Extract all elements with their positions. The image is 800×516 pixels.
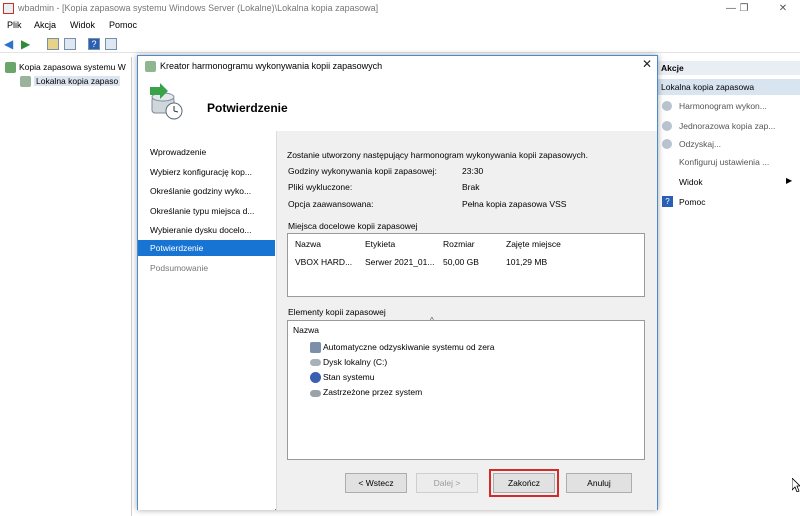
backup-root-icon xyxy=(5,62,16,73)
schedule-time-value: 23:30 xyxy=(462,166,484,176)
step-time[interactable]: Określanie godziny wyko... xyxy=(150,186,251,196)
col-used[interactable]: Zajęte miejsce xyxy=(506,239,561,249)
tree-local-backup-item[interactable]: Lokalna kopia zapaso xyxy=(34,76,121,86)
col-label[interactable]: Etykieta xyxy=(365,239,395,249)
window-title: wbadmin - [Kopia zapasowa systemu Window… xyxy=(18,3,379,13)
window-close-button[interactable]: ✕ xyxy=(760,0,800,18)
local-backup-icon xyxy=(20,76,31,87)
col-size[interactable]: Rozmiar xyxy=(443,239,475,249)
menu-widok[interactable]: Widok xyxy=(70,20,95,30)
item-system-state: Stan systemu xyxy=(323,372,375,382)
action-help[interactable]: Pomoc xyxy=(679,197,705,207)
next-button[interactable]: Dalej > xyxy=(416,473,478,493)
excluded-files-label: Pliki wykluczone: xyxy=(288,182,353,192)
back-button[interactable]: < Wstecz xyxy=(345,473,407,493)
dest-row-size: 50,00 GB xyxy=(443,257,479,267)
actions-selected-node[interactable]: Lokalna kopia zapasowa xyxy=(657,79,800,95)
item-bare-metal: Automatyczne odzyskiwanie systemu od zer… xyxy=(323,342,495,352)
action-view[interactable]: Widok xyxy=(679,177,703,187)
back-arrow-icon[interactable]: ◀ xyxy=(4,37,13,51)
cancel-button[interactable]: Anuluj xyxy=(566,473,632,493)
forward-arrow-icon[interactable]: ▶ xyxy=(21,37,30,51)
wizard-small-icon xyxy=(145,61,156,72)
dialog-title: Kreator harmonogramu wykonywania kopii z… xyxy=(160,61,383,71)
sort-indicator-icon: ^ xyxy=(430,316,434,325)
page-title: Potwierdzenie xyxy=(207,101,288,115)
items-col-name[interactable]: Nazwa xyxy=(293,325,319,335)
action-backup-once[interactable]: Jednorazowa kopia zap... xyxy=(679,121,775,131)
step-intro[interactable]: Wprowadzenie xyxy=(150,147,206,157)
action-schedule[interactable]: Harmonogram wykon... xyxy=(679,101,767,111)
step-destination-disk[interactable]: Wybieranie dysku docelo... xyxy=(150,225,252,235)
col-name[interactable]: Nazwa xyxy=(295,239,321,249)
step-destination-type[interactable]: Określanie typu miejsca d... xyxy=(150,206,254,216)
backup-wizard-icon xyxy=(150,83,183,120)
menu-plik[interactable]: Plik xyxy=(7,20,22,30)
toolbar xyxy=(0,35,800,53)
mouse-cursor-icon xyxy=(792,478,800,492)
help-icon[interactable]: ? xyxy=(88,38,100,50)
action-configure[interactable]: Konfiguruj ustawienia ... xyxy=(679,157,769,167)
recover-icon xyxy=(662,139,672,149)
dest-row-label: Serwer 2021_01... xyxy=(365,257,435,267)
action-help-icon: ? xyxy=(662,196,673,207)
disk-icon xyxy=(310,359,321,366)
menu-pomoc[interactable]: Pomoc xyxy=(109,20,137,30)
destinations-group-label: Miejsca docelowe kopii zapasowej xyxy=(288,221,418,231)
schedule-icon xyxy=(662,101,672,111)
dest-row-name: VBOX HARD... xyxy=(295,257,353,267)
advanced-option-label: Opcja zaawansowana: xyxy=(288,199,374,209)
actions-header: Akcje xyxy=(657,61,800,75)
step-config[interactable]: Wybierz konfigurację kop... xyxy=(150,167,252,177)
item-system-reserved: Zastrzeżone przez system xyxy=(323,387,423,397)
tree-root-item[interactable]: Kopia zapasowa systemu W xyxy=(19,62,126,72)
finish-button[interactable]: Zakończ xyxy=(489,469,559,497)
dest-row-used: 101,29 MB xyxy=(506,257,548,267)
console-tree xyxy=(0,57,132,516)
show-hide-tree-icon[interactable] xyxy=(64,38,76,50)
system-state-icon xyxy=(310,372,321,383)
action-recover[interactable]: Odzyskaj... xyxy=(679,139,721,149)
action-pane-icon[interactable] xyxy=(105,38,117,50)
menu-akcja[interactable]: Akcja xyxy=(34,20,56,30)
wbadmin-app-icon xyxy=(3,3,14,14)
step-summary: Podsumowanie xyxy=(150,263,209,273)
schedule-time-label: Godziny wykonywania kopii zapasowej: xyxy=(288,166,437,176)
backup-once-icon xyxy=(662,121,672,131)
advanced-option-value: Pełna kopia zapasowa VSS xyxy=(462,199,567,209)
submenu-arrow-icon: ▶ xyxy=(786,176,793,185)
intro-text: Zostanie utworzony następujący harmonogr… xyxy=(287,150,588,160)
reserved-disk-icon xyxy=(310,390,321,397)
excluded-files-value: Brak xyxy=(462,182,480,192)
item-local-disk: Dysk lokalny (C:) xyxy=(323,357,388,367)
up-folder-icon[interactable] xyxy=(47,38,59,50)
step-confirmation[interactable]: Potwierdzenie xyxy=(150,243,203,253)
items-group-label: Elementy kopii zapasowej xyxy=(288,307,386,317)
bare-metal-icon xyxy=(310,342,321,353)
dialog-close-button[interactable]: ✕ xyxy=(642,57,652,71)
